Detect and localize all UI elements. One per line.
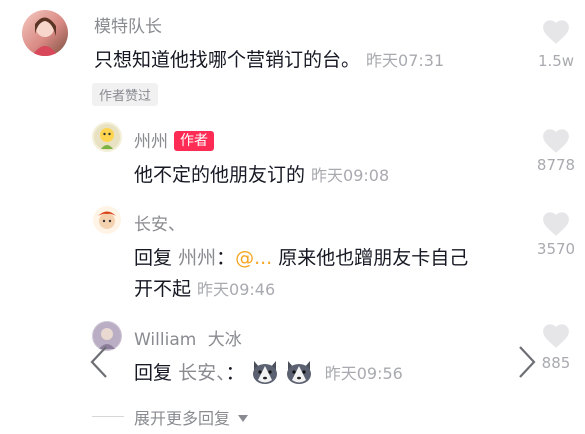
heart-outline-icon [543, 20, 569, 44]
husky-emoji-icon [285, 359, 313, 390]
reply-username[interactable]: 长安、 [134, 210, 185, 235]
like-button[interactable] [541, 18, 571, 45]
avatar[interactable] [92, 205, 122, 235]
comment-text-line: 只想知道他找哪个营销订的台。 昨天07:31 [94, 45, 444, 72]
reply-text-line: 回复 州州：@... 原来他也蹭朋友卡自己 [134, 243, 468, 270]
comment-time: 昨天07:31 [366, 51, 445, 70]
reply-username-text[interactable]: 州州 [134, 132, 168, 152]
like-button[interactable] [541, 210, 571, 237]
heart-outline-icon [543, 212, 569, 236]
avatar[interactable] [22, 10, 68, 56]
heart-outline-icon [543, 129, 569, 153]
reply-to-user[interactable]: 长安、 [178, 362, 226, 384]
reply-prefix: 回复 [134, 362, 173, 384]
expand-divider [92, 416, 124, 417]
reply-username-suffix: 大冰 [207, 330, 242, 350]
reply-username: 州州 作者 [134, 127, 214, 152]
avatar-image [32, 17, 58, 56]
reply-time: 昨天09:08 [311, 166, 390, 185]
comment-text: 只想知道他找哪个营销订的台。 [94, 49, 361, 71]
like-button[interactable] [541, 322, 571, 349]
expand-more-replies[interactable]: 展开更多回复 [134, 405, 249, 429]
husky-emoji-icon [251, 359, 279, 390]
reply-separator: ： [225, 362, 245, 384]
avatar-image [94, 124, 120, 150]
chevron-right-icon [519, 346, 536, 378]
avatar-image [93, 206, 121, 234]
reply-text-line: 他不定的他朋友订的 昨天09:08 [134, 160, 389, 187]
caret-down-icon [237, 408, 249, 427]
like-count: 1.5w [537, 52, 575, 70]
reply-prefix: 回复 [134, 247, 173, 269]
reply-time: 昨天09:56 [324, 364, 403, 383]
like-button[interactable] [541, 127, 571, 154]
avatar[interactable] [92, 122, 122, 152]
next-button[interactable] [516, 345, 538, 383]
reply-username: William 大冰 [134, 325, 242, 350]
like-count: 3570 [536, 240, 576, 258]
reply-text-line: 回复 长安、： 昨天09:56 [134, 358, 403, 390]
reply-text-line: 开不起 昨天09:46 [134, 274, 275, 301]
like-count: 8778 [536, 156, 576, 174]
chevron-left-icon [90, 346, 107, 378]
reply-text-continued: 开不起 [134, 278, 192, 300]
reply-separator: ： [216, 247, 236, 269]
mention-link[interactable]: @... [235, 247, 272, 269]
comment-username[interactable]: 模特队长 [94, 12, 162, 37]
author-badge: 作者 [174, 131, 214, 151]
prev-button[interactable] [88, 345, 110, 383]
reply-username-text[interactable]: William [134, 330, 196, 350]
reply-text: 原来他也蹭朋友卡自己 [278, 247, 469, 269]
author-liked-badge: 作者赞过 [92, 83, 159, 106]
expand-more-label: 展开更多回复 [134, 409, 231, 428]
reply-to-user[interactable]: 州州 [178, 247, 216, 269]
reply-text: 他不定的他朋友订的 [134, 164, 306, 186]
reply-time: 昨天09:46 [197, 280, 276, 299]
heart-outline-icon [543, 324, 569, 348]
